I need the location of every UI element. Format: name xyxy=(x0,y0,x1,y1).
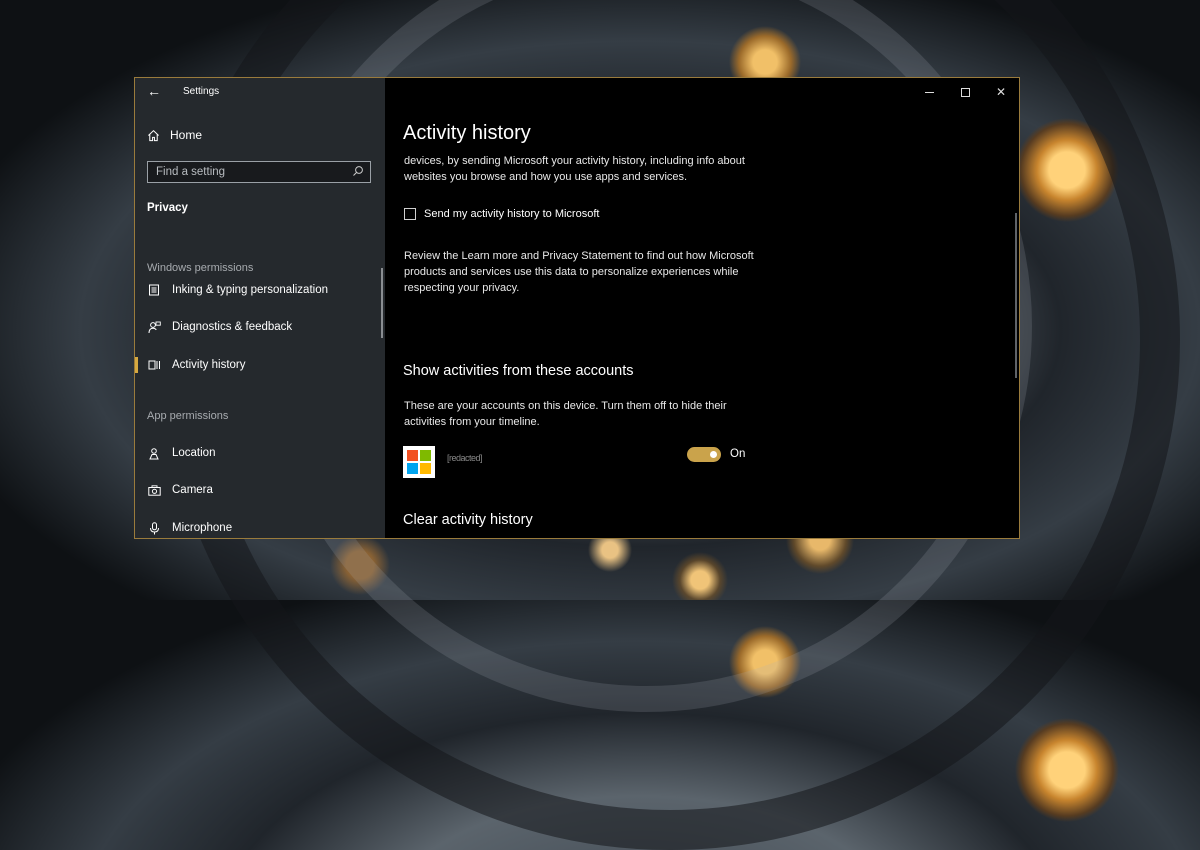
checkbox-label: Send my activity history to Microsoft xyxy=(424,208,600,220)
page-title: Activity history xyxy=(403,122,531,144)
main-content: ✕ Activity history devices, by sending M… xyxy=(385,78,1019,538)
sidebar-item-label: Microphone xyxy=(172,522,233,534)
sidebar-item-microphone[interactable]: Microphone xyxy=(147,519,367,537)
notepad-icon xyxy=(147,283,161,297)
microphone-icon xyxy=(147,521,161,535)
search-input[interactable] xyxy=(156,164,346,180)
intro-text: devices, by sending Microsoft your activ… xyxy=(404,155,745,183)
section-heading: Privacy xyxy=(147,202,188,214)
account-name: [redacted] xyxy=(447,453,483,463)
home-icon xyxy=(148,129,159,141)
home-link[interactable]: Home xyxy=(147,128,202,142)
sidebar: ← Settings Home Privacy Windows permissi… xyxy=(135,78,385,538)
titlebar: ← Settings xyxy=(135,78,385,106)
location-icon xyxy=(147,446,161,460)
account-toggle[interactable] xyxy=(687,447,721,462)
accounts-description: These are your accounts on this device. … xyxy=(404,400,727,428)
camera-icon xyxy=(147,483,161,497)
minimize-button[interactable] xyxy=(911,78,947,106)
person-feedback-icon xyxy=(147,320,161,334)
group-label-app-permissions: App permissions xyxy=(147,410,229,422)
sidebar-item-location[interactable]: Location xyxy=(147,444,367,462)
close-button[interactable]: ✕ xyxy=(983,78,1019,106)
window-controls: ✕ xyxy=(911,78,1019,106)
sidebar-item-camera[interactable]: Camera xyxy=(147,481,367,499)
close-icon: ✕ xyxy=(995,85,1007,99)
sidebar-item-label: Diagnostics & feedback xyxy=(172,321,293,333)
send-activity-checkbox-row[interactable]: Send my activity history to Microsoft xyxy=(404,208,599,220)
sidebar-scrollbar[interactable] xyxy=(381,268,383,338)
toggle-knob xyxy=(710,451,717,458)
back-arrow-icon[interactable]: ← xyxy=(147,83,161,99)
content-scrollbar[interactable] xyxy=(1015,213,1017,378)
group-label-windows-permissions: Windows permissions xyxy=(147,262,254,274)
sidebar-item-diagnostics-feedback[interactable]: Diagnostics & feedback xyxy=(147,318,367,336)
maximize-icon xyxy=(960,87,970,97)
sidebar-item-label: Location xyxy=(172,447,216,459)
search-icon[interactable] xyxy=(352,165,364,177)
microsoft-logo-icon xyxy=(403,446,435,478)
sidebar-item-label: Inking & typing personalization xyxy=(172,284,328,296)
settings-window: ← Settings Home Privacy Windows permissi… xyxy=(134,77,1020,539)
account-row: [redacted] On xyxy=(403,445,748,479)
timeline-icon xyxy=(147,358,161,372)
app-title: Settings xyxy=(183,86,220,97)
send-activity-checkbox[interactable] xyxy=(404,208,416,220)
sidebar-item-label: Camera xyxy=(172,484,213,496)
home-label: Home xyxy=(170,128,203,142)
minimize-icon xyxy=(924,91,934,93)
maximize-button[interactable] xyxy=(947,78,983,106)
clear-history-heading: Clear activity history xyxy=(403,512,533,528)
sidebar-item-inking-typing[interactable]: Inking & typing personalization xyxy=(147,281,367,299)
review-text: Review the Learn more and Privacy Statem… xyxy=(404,250,754,294)
toggle-state-label: On xyxy=(730,448,746,460)
accounts-heading: Show activities from these accounts xyxy=(403,363,634,379)
search-box[interactable] xyxy=(147,161,371,183)
sidebar-item-activity-history[interactable]: Activity history xyxy=(135,356,367,374)
sidebar-item-label: Activity history xyxy=(172,359,246,371)
